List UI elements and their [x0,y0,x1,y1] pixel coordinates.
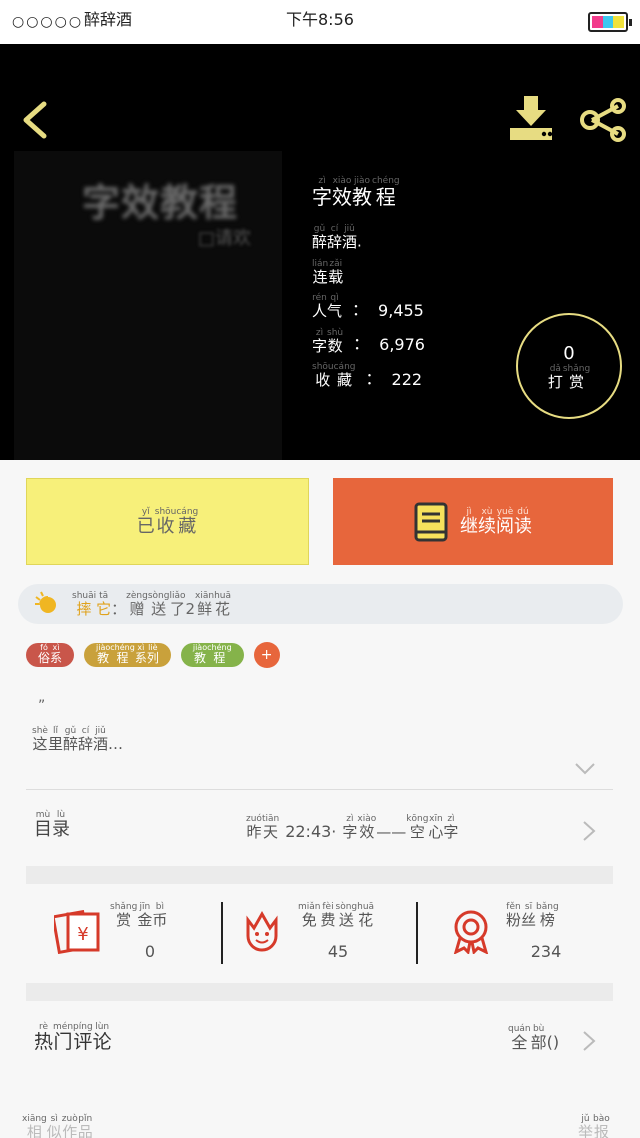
divider [26,789,613,790]
flower-icon [246,910,278,952]
favorited-button[interactable]: yǐ 已 shōu 收 cáng 藏 [26,478,309,565]
section-divider [26,983,613,1001]
cover-subtitle: □请欢 [198,228,252,249]
book-info: zì 字 xiào 效 jiào 教 chéng 程 gǔ 醉 cí 辞 jiǔ 酒. lián 连 zǎi… [312,176,425,397]
continue-reading-label: jì 继 xù 续 yuè 阅 dú 读 [460,506,532,537]
back-arrow-icon[interactable] [18,100,58,140]
battery-icon [588,12,632,32]
stat-fan-ranking[interactable]: fěn 粉 sī 丝 bǎng 榜 234 [450,902,630,964]
reward-label: dǎ 打 shǎng 赏 [547,364,591,391]
chevron-down-icon[interactable] [574,762,596,776]
hot-comments-title: rè 热 mén 门 píng 评 lùn 论 [34,1022,112,1053]
notice-text: ： zèng 赠 sòng 送 liǎo 了 2 xiān 鲜 huā 花 [111,590,232,618]
stat-free-flowers[interactable]: miǎn 免 fèi 费 sòng 送 huā 花 45 [242,902,422,964]
catalog-link[interactable]: mù 目 lù 录 [34,810,70,840]
continue-reading-button[interactable]: jì 继 xù 续 yuè 阅 dú 读 [333,478,613,565]
cover-title: 字效教程 [82,181,239,225]
red-envelope-icon: ¥ [54,910,100,954]
book-word-count: zì 字 shù 数： 6,976 [312,327,425,355]
reward-button[interactable]: 0 dǎ 打 shǎng 赏 [516,313,622,419]
quote-mark: ” [38,698,46,714]
vertical-divider [221,902,223,964]
favorited-label: yǐ 已 shōu 收 cáng 藏 [136,506,199,537]
tag-item[interactable]: fó 俗 xì 系 [26,643,75,667]
gift-notice[interactable]: shuāi 摔 tā 它 ： zèng 赠 sòng 送 liǎo 了 2 xiān 鲜 huā 花 [18,584,623,624]
tag-item[interactable]: jiào 教 chéng 程 xì 系 liè 列 [84,643,171,667]
chevron-right-icon[interactable] [582,820,596,842]
section-divider [26,866,613,884]
download-icon[interactable] [504,96,560,142]
chevron-right-icon[interactable] [582,1030,596,1052]
tag-item[interactable]: jiào 教 chéng 程 [180,643,244,667]
book-favorites: shōu 收 cáng 藏： 222 [312,362,423,389]
reward-count: 0 [563,343,575,364]
add-tag-button[interactable]: + [253,642,280,668]
megaphone-icon [35,591,56,613]
latest-chapter[interactable]: zuó 昨 tiān 天 22:43· zì 字 xiào 效 — — kōng 空 xīn 心 zì 字 [246,814,458,841]
notice-user[interactable]: shuāi 摔 tā 它 [72,591,111,618]
book-author[interactable]: gǔ 醉 cí 辞 jiǔ 酒. [312,224,425,251]
all-comments-link[interactable]: quán 全 bù 部() [508,1024,559,1052]
tag-list: fó 俗 xì 系 jiào 教 chéng 程 xì 系 liè 列 jiào 教 chéng 程 + [26,642,280,668]
report-link[interactable]: jǔ 举 bào 报 [578,1114,610,1138]
stat-reward-coins[interactable]: ¥ shǎng 赏 jīn 金 bì 币 0 [54,902,234,964]
similar-works[interactable]: xiāng 相 sì 似 zuò 作 pǐn 品 [22,1114,93,1138]
status-bar: ○○○○○ 醉辞酒 下午8:56 [0,0,640,44]
medal-icon [453,910,489,954]
share-icon[interactable] [580,98,628,142]
signal-strength: ○○○○○ [12,14,84,30]
carrier-name: 醉辞酒 [84,10,133,29]
book-description: shè 这 lǐ 里 gǔ 醉 cí 辞 jiǔ 酒 … [32,726,123,753]
book-state: lián 连 zǎi 载 [312,258,344,286]
book-icon [414,502,448,541]
book-popularity: rén 人 qì 气： 9,455 [312,293,424,320]
svg-text:¥: ¥ [77,924,88,945]
book-title: zì 字 xiào 效 jiào 教 chéng 程 [312,176,400,209]
status-time: 下午8:56 [286,10,354,29]
vertical-divider [416,902,418,964]
book-header: 字效教程 □请欢 zì 字 xiào 效 jiào 教 chéng 程 gǔ 醉 cí 辞 jiǔ 酒.… [0,44,640,460]
